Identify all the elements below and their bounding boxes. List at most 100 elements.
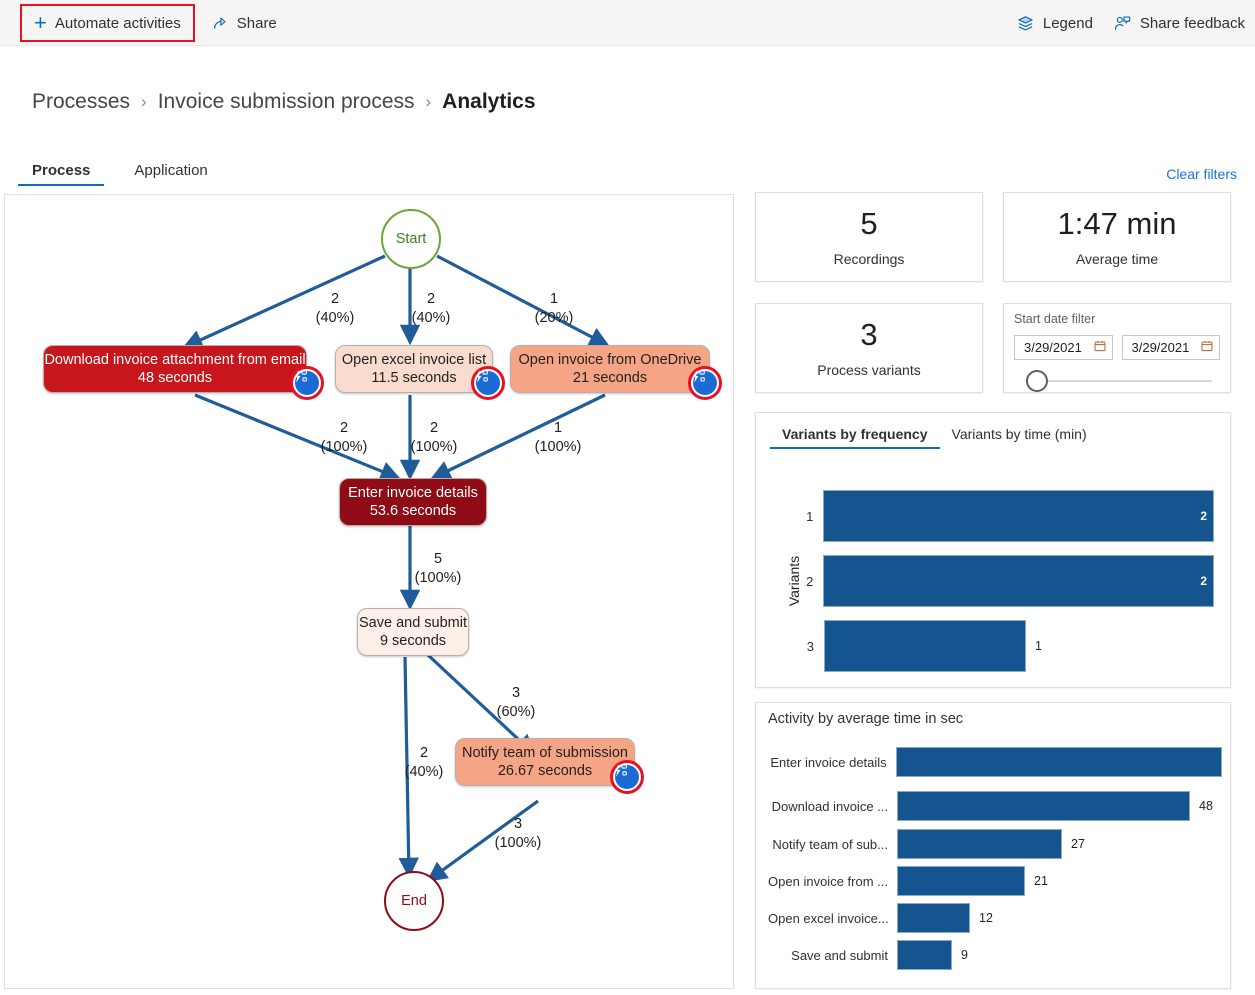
variants-bar-row[interactable]: 2 2 [794, 555, 1214, 607]
activity-bar[interactable] [897, 903, 970, 933]
process-node-save-and-submit[interactable]: Save and submit 9 seconds [357, 608, 469, 656]
clear-filters-link[interactable]: Clear filters [1166, 166, 1237, 182]
activity-bar-value: 21 [1034, 874, 1048, 888]
edge-count: 2 [311, 419, 377, 438]
process-node-duration: 11.5 seconds [371, 369, 456, 387]
tab-application[interactable]: Application [112, 158, 229, 186]
command-bar-left-group: + Automate activities Share [20, 0, 287, 46]
start-date-filter-card: Start date filter 3/29/2021 3/29/2021 [1003, 303, 1231, 393]
variants-bar-row[interactable]: 1 2 [794, 490, 1214, 542]
automate-flow-badge-notify[interactable] [610, 760, 644, 794]
kpi-card-average-time: 1:47 min Average time [1003, 192, 1231, 282]
edge-label-onedrive-to-enter: 1 (100%) [525, 419, 591, 457]
breadcrumb-item-invoice-submission-process[interactable]: Invoice submission process [158, 90, 415, 114]
slider-track[interactable] [1036, 380, 1212, 382]
edge-percent: (100%) [405, 569, 471, 588]
activity-bar[interactable] [897, 940, 952, 970]
process-node-title: Notify team of submission [462, 744, 628, 762]
edge-percent: (100%) [525, 438, 591, 457]
activity-bar-row[interactable]: Save and submit 9 [768, 940, 1231, 970]
variants-bar-category: 2 [794, 574, 813, 589]
activity-bar-category: Download invoice ... [768, 799, 888, 814]
edge-percent: (100%) [485, 834, 551, 853]
process-node-title: Open excel invoice list [342, 351, 486, 369]
calendar-icon[interactable] [1201, 340, 1213, 355]
tab-variants-by-time[interactable]: Variants by time (min) [940, 423, 1099, 449]
process-map-canvas[interactable]: Start Download invoice attachment from e… [4, 194, 734, 989]
variants-bar-row[interactable]: 3 1 [794, 620, 1214, 672]
power-automate-flow-icon [295, 371, 319, 395]
process-node-title: Download invoice attachment from email [44, 351, 305, 369]
variants-bar[interactable] [824, 620, 1026, 672]
kpi-process-variants-value: 3 [860, 318, 877, 352]
activity-bar-row[interactable]: Enter invoice details 5 [768, 747, 1231, 777]
activity-bar[interactable] [896, 747, 1222, 777]
activity-bar-value: 9 [961, 948, 968, 962]
activity-bar[interactable] [897, 829, 1062, 859]
legend-button[interactable]: Legend [1006, 5, 1103, 41]
edge-label-enter-to-save: 5 (100%) [405, 550, 471, 588]
variants-bar[interactable]: 2 [823, 490, 1214, 542]
variants-bar[interactable]: 2 [823, 555, 1214, 607]
slider-thumb[interactable] [1026, 370, 1048, 392]
automate-flow-badge-open-excel[interactable] [471, 366, 505, 400]
activity-bar-row[interactable]: Download invoice ... 48 [768, 791, 1231, 821]
automate-flow-badge-onedrive[interactable] [688, 366, 722, 400]
edge-count: 5 [405, 550, 471, 569]
edge-percent: (40%) [305, 309, 365, 328]
automate-activities-button[interactable]: + Automate activities [20, 4, 195, 42]
kpi-card-recordings: 5 Recordings [755, 192, 983, 282]
activity-bar-row[interactable]: Open excel invoice... 12 [768, 903, 1231, 933]
date-range-slider[interactable] [1014, 364, 1220, 398]
process-node-title: Save and submit [359, 614, 467, 632]
main-tabs: Process Application [10, 158, 230, 186]
share-feedback-label: Share feedback [1140, 15, 1245, 32]
process-node-duration: 26.67 seconds [498, 762, 592, 780]
edge-percent: (40%) [391, 763, 457, 782]
activity-bar-category: Open invoice from ... [768, 874, 888, 889]
process-node-notify-team-of-submission[interactable]: Notify team of submission 26.67 seconds [455, 738, 635, 786]
tab-process[interactable]: Process [10, 158, 112, 186]
edge-label-save-to-notify: 3 (60%) [483, 684, 549, 722]
automate-activities-label: Automate activities [55, 15, 181, 32]
share-label: Share [237, 15, 277, 32]
process-node-open-invoice-from-onedrive[interactable]: Open invoice from OneDrive 21 seconds [510, 345, 710, 393]
edge-count: 1 [524, 290, 584, 309]
activity-bar[interactable] [897, 791, 1190, 821]
tab-variants-by-frequency[interactable]: Variants by frequency [770, 423, 940, 449]
process-node-enter-invoice-details[interactable]: Enter invoice details 53.6 seconds [339, 478, 487, 526]
start-date-filter-title: Start date filter [1014, 312, 1220, 326]
share-button[interactable]: Share [201, 5, 287, 41]
activity-bar-row[interactable]: Open invoice from ... 21 [768, 866, 1231, 896]
edge-label-notify-to-end: 3 (100%) [485, 815, 551, 853]
edge-label-download-to-enter: 2 (100%) [311, 419, 377, 457]
breadcrumb-item-analytics: Analytics [442, 90, 535, 114]
breadcrumb-separator-icon: › [426, 92, 432, 112]
process-node-start[interactable]: Start [381, 209, 441, 269]
activity-bar-row[interactable]: Notify team of sub... 27 [768, 829, 1231, 859]
activity-bar[interactable] [897, 866, 1025, 896]
process-node-end[interactable]: End [384, 871, 444, 931]
activity-average-time-panel: Activity by average time in sec Enter in… [755, 702, 1231, 989]
activity-bar-category: Save and submit [768, 948, 888, 963]
edge-label-open-excel-to-enter: 2 (100%) [401, 419, 467, 457]
variants-panel-tabs: Variants by frequency Variants by time (… [756, 413, 1230, 449]
edge-percent: (100%) [401, 438, 467, 457]
power-automate-flow-icon [693, 371, 717, 395]
calendar-icon[interactable] [1094, 340, 1106, 355]
end-date-value: 3/29/2021 [1132, 340, 1190, 355]
process-node-open-excel-invoice-list[interactable]: Open excel invoice list 11.5 seconds [335, 345, 493, 393]
process-node-duration: 53.6 seconds [370, 502, 456, 520]
automate-flow-badge-download[interactable] [290, 366, 324, 400]
breadcrumb-item-processes[interactable]: Processes [32, 90, 130, 114]
process-node-duration: 9 seconds [380, 632, 446, 650]
process-node-title: Open invoice from OneDrive [519, 351, 702, 369]
edge-percent: (100%) [311, 438, 377, 457]
share-feedback-button[interactable]: Share feedback [1103, 5, 1255, 41]
command-bar-right-group: Legend Share feedback [1006, 0, 1255, 46]
start-date-input[interactable]: 3/29/2021 [1014, 335, 1113, 360]
variants-bar-category: 1 [794, 509, 813, 524]
process-node-download-invoice-attachment[interactable]: Download invoice attachment from email 4… [43, 345, 307, 393]
end-date-input[interactable]: 3/29/2021 [1122, 335, 1221, 360]
kpi-recordings-label: Recordings [834, 251, 905, 267]
